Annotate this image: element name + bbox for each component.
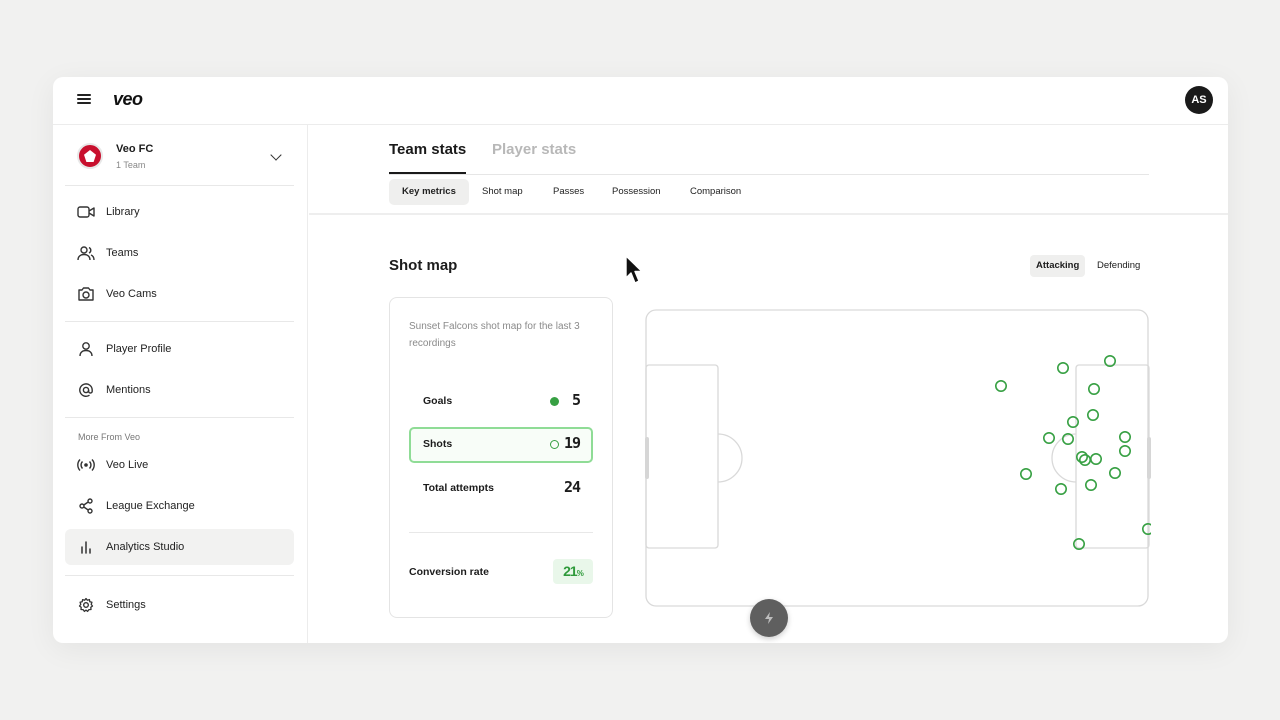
shot-map-title: Shot map — [389, 257, 458, 274]
sidebar-item-veo-live[interactable]: Veo Live — [65, 447, 294, 483]
conversion-rate-label: Conversion rate — [409, 566, 489, 578]
subtab-key-metrics[interactable]: Key metrics — [389, 179, 469, 205]
shot-marker[interactable] — [1019, 468, 1032, 481]
stat-label: Goals — [423, 395, 453, 407]
veo-logo[interactable]: veo — [113, 89, 143, 110]
shot-marker[interactable] — [1087, 383, 1100, 396]
sidebar-item-label: Veo Cams — [106, 288, 157, 300]
team-subtitle: 1 Team — [116, 160, 146, 170]
shot-marker[interactable] — [1084, 479, 1097, 492]
share-icon — [77, 497, 95, 515]
sidebar-item-label: League Exchange — [106, 500, 195, 512]
shot-marker[interactable] — [994, 380, 1007, 393]
sidebar-divider — [65, 575, 294, 576]
card-description: Sunset Falcons shot map for the last 3 r… — [409, 321, 580, 349]
gear-icon — [77, 596, 95, 614]
sidebar-item-library[interactable]: Library — [65, 194, 294, 230]
shot-stats-card: Sunset Falcons shot map for the last 3 r… — [389, 297, 613, 618]
subtab-possession[interactable]: Possession — [599, 179, 674, 205]
shot-marker[interactable] — [1108, 467, 1121, 480]
chevron-down-icon — [270, 149, 282, 161]
shot-marker[interactable] — [1042, 432, 1055, 445]
stat-label: Shots — [423, 438, 453, 450]
stat-value: 24 — [563, 478, 581, 496]
team-name: Veo FC — [116, 143, 154, 155]
sidebar-item-label: Player Profile — [106, 343, 172, 355]
section-label: More From Veo — [78, 432, 141, 442]
sidebar-divider — [65, 321, 294, 322]
card-divider — [409, 532, 593, 533]
stat-row-total-attempts[interactable]: Total attempts 24 — [409, 471, 593, 507]
sidebar: Veo FC 1 Team Library Teams Veo Cams Pla… — [53, 125, 308, 643]
top-bar: veo AS — [53, 77, 1228, 125]
sidebar-item-label: Veo Live — [106, 459, 149, 471]
main-content: Team stats Player stats Key metrics Shot… — [309, 125, 1228, 643]
stat-value: 19 — [563, 434, 581, 452]
header-divider — [309, 213, 1228, 215]
conversion-rate-badge: 21% — [553, 559, 593, 584]
sidebar-item-label: Analytics Studio — [106, 541, 185, 553]
shot-marker[interactable] — [1075, 451, 1088, 464]
sidebar-item-league-exchange[interactable]: League Exchange — [65, 488, 294, 524]
sidebar-item-analytics-studio[interactable]: Analytics Studio — [65, 529, 294, 565]
tab-team-stats[interactable]: Team stats — [389, 141, 467, 174]
bar-chart-icon — [77, 538, 95, 556]
sidebar-item-veo-cams[interactable]: Veo Cams — [65, 276, 294, 312]
toggle-attacking[interactable]: Attacking — [1030, 255, 1086, 277]
sidebar-divider — [65, 417, 294, 418]
quick-action-button[interactable] — [750, 599, 788, 637]
subtab-comparison[interactable]: Comparison — [677, 179, 754, 205]
stats-tabs: Team stats Player stats — [389, 125, 1149, 175]
sidebar-item-settings[interactable]: Settings — [65, 587, 294, 623]
app-window: veo AS Veo FC 1 Team Library Teams Veo C… — [53, 77, 1228, 643]
lightning-icon — [765, 612, 773, 624]
sidebar-item-label: Mentions — [106, 384, 151, 396]
shot-marker[interactable] — [1118, 431, 1131, 444]
shot-marker[interactable] — [1142, 523, 1151, 535]
sidebar-item-mentions[interactable]: Mentions — [65, 372, 294, 408]
stat-row-goals[interactable]: Goals 5 — [409, 384, 593, 420]
goal-marker-icon — [550, 397, 559, 406]
shot-marker[interactable] — [1054, 483, 1067, 496]
user-avatar[interactable]: AS — [1185, 86, 1213, 114]
sidebar-item-player-profile[interactable]: Player Profile — [65, 331, 294, 367]
toggle-defending[interactable]: Defending — [1091, 255, 1146, 277]
stat-label: Total attempts — [423, 482, 494, 494]
subtab-shot-map[interactable]: Shot map — [469, 179, 536, 205]
sidebar-item-label: Library — [106, 206, 140, 218]
camera-icon — [77, 285, 95, 303]
user-icon — [77, 340, 95, 358]
mouse-cursor-icon — [625, 255, 643, 284]
sidebar-item-label: Settings — [106, 599, 146, 611]
broadcast-icon — [77, 456, 95, 474]
users-icon — [77, 244, 95, 262]
shot-marker[interactable] — [1086, 409, 1099, 422]
tab-player-stats[interactable]: Player stats — [492, 141, 576, 172]
shot-marker[interactable] — [1118, 445, 1131, 458]
hamburger-menu-icon[interactable] — [77, 94, 91, 108]
conversion-rate-unit: % — [576, 569, 584, 578]
stat-value: 5 — [571, 391, 581, 409]
sidebar-item-teams[interactable]: Teams — [65, 235, 294, 271]
shot-marker-icon — [550, 440, 559, 449]
shot-marker[interactable] — [1056, 361, 1069, 374]
team-crest-icon — [77, 143, 103, 169]
shot-map-pitch[interactable] — [645, 309, 1151, 609]
at-icon — [77, 381, 95, 399]
subtab-passes[interactable]: Passes — [540, 179, 597, 205]
shot-marker[interactable] — [1089, 453, 1102, 466]
stat-row-shots[interactable]: Shots 19 — [409, 427, 593, 463]
conversion-rate-value: 21 — [563, 563, 578, 579]
sidebar-item-label: Teams — [106, 247, 139, 259]
video-icon — [77, 203, 95, 221]
sidebar-divider — [65, 185, 294, 186]
team-selector[interactable]: Veo FC 1 Team — [65, 133, 294, 185]
shot-marker[interactable] — [1078, 454, 1091, 467]
shot-markers — [994, 354, 1151, 551]
